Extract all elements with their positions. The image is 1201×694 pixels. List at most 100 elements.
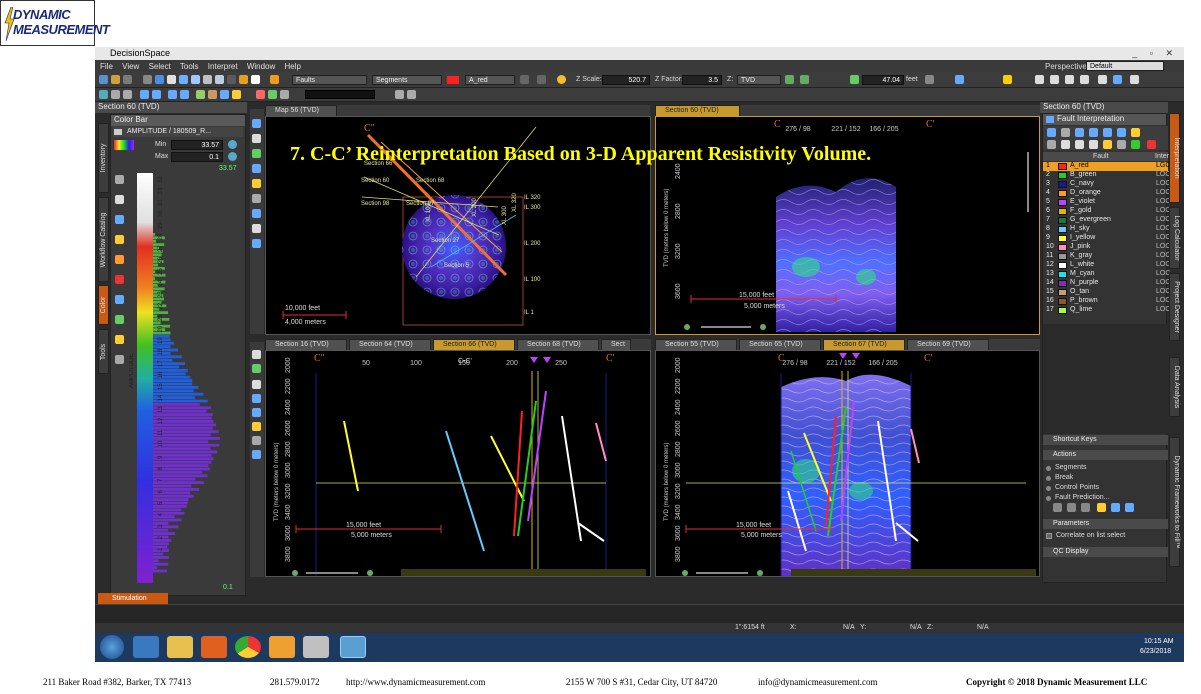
fault-row[interactable]: 4 D_orange LOC <box>1043 189 1170 198</box>
app-icon-2[interactable] <box>303 636 329 658</box>
fault-tool-icon[interactable] <box>270 75 279 84</box>
copy-icon[interactable] <box>1050 75 1059 84</box>
action-tool-4-icon[interactable] <box>1097 503 1106 512</box>
radio-icon[interactable] <box>1046 466 1051 471</box>
fault-color-swatch[interactable] <box>1058 280 1067 287</box>
color-field[interactable] <box>305 90 375 99</box>
colorbar-tool-6-icon[interactable] <box>115 275 124 284</box>
action-tool-2-icon[interactable] <box>1067 503 1076 512</box>
fault-color-swatch[interactable] <box>1058 262 1067 269</box>
tab-tools[interactable]: Tools <box>98 329 109 374</box>
menu-view[interactable]: View <box>122 62 139 71</box>
fault-tool-13-icon[interactable] <box>1117 140 1126 149</box>
fault-tool-11-icon[interactable] <box>1089 140 1098 149</box>
map-tool-1-icon[interactable] <box>252 119 261 128</box>
colorbar-tool-8-icon[interactable] <box>115 315 124 324</box>
new-icon[interactable] <box>99 75 108 84</box>
segments-select[interactable]: Segments <box>372 75 442 85</box>
fault-row[interactable]: 3 C_navy LOC <box>1043 180 1170 189</box>
view-tab[interactable]: Section 67 (TVD) <box>823 339 905 350</box>
start-button[interactable] <box>100 635 124 659</box>
view-tab[interactable]: Section 64 (TVD) <box>349 339 431 350</box>
fault-tool-3-icon[interactable] <box>1075 128 1084 137</box>
radio-icon[interactable] <box>1046 476 1051 481</box>
perspective-select[interactable]: Default <box>1086 61 1164 71</box>
tool-f-icon[interactable] <box>168 90 177 99</box>
view-tab[interactable]: Section 65 (TVD) <box>739 339 821 350</box>
fault-color-swatch[interactable] <box>1058 181 1067 188</box>
zfactor-input[interactable]: 3.5 <box>682 75 722 85</box>
tool-m-icon[interactable] <box>268 90 277 99</box>
faults-select[interactable]: Faults <box>292 75 367 85</box>
spin-icon[interactable] <box>925 75 934 84</box>
fault-row[interactable]: 7 G_evergreen LOC <box>1043 216 1170 225</box>
action-option[interactable]: Control Points <box>1046 484 1166 493</box>
reset-icon[interactable] <box>228 152 237 161</box>
fault-row[interactable]: 9 I_yellow LOC <box>1043 234 1170 243</box>
fault-row[interactable]: 8 H_sky LOC <box>1043 225 1170 234</box>
tool-a-icon[interactable] <box>99 90 108 99</box>
map-tool-5-icon[interactable] <box>252 179 261 188</box>
action-tool-1-icon[interactable] <box>1053 503 1062 512</box>
fault-color-swatch[interactable] <box>1058 172 1067 179</box>
section-tool-8-icon[interactable] <box>252 450 261 459</box>
view-tab[interactable]: Section 55 (TVD) <box>655 339 737 350</box>
max-input[interactable]: 0.1 <box>171 152 223 162</box>
key-icon[interactable] <box>1003 75 1012 84</box>
decisionspace-taskbar-icon[interactable] <box>340 636 366 658</box>
window-controls[interactable]: _ ▫ ✕ <box>1132 48 1178 59</box>
tool-g-icon[interactable] <box>180 90 189 99</box>
bookmark-icon[interactable] <box>955 75 964 84</box>
sync-icon[interactable] <box>1035 75 1044 84</box>
fault-row[interactable]: 12 L_white LOC <box>1043 261 1170 270</box>
save-icon[interactable] <box>123 75 132 84</box>
action-option[interactable]: Segments <box>1046 464 1166 473</box>
tool-c-icon[interactable] <box>123 90 132 99</box>
actions-header[interactable]: Actions <box>1043 450 1168 460</box>
export-icon[interactable] <box>1065 75 1074 84</box>
grid-icon[interactable] <box>167 75 176 84</box>
colorbar-tool-1-icon[interactable] <box>115 175 124 184</box>
section-tool-2-icon[interactable] <box>252 364 261 373</box>
tab-project-designer[interactable]: Project Designer <box>1169 273 1180 341</box>
pointer-icon[interactable] <box>251 75 260 84</box>
sun-icon[interactable] <box>557 75 566 84</box>
fault-color-swatch[interactable] <box>1058 298 1067 305</box>
fault-row[interactable]: 14 N_purple LOC <box>1043 279 1170 288</box>
tool-e-icon[interactable] <box>152 90 161 99</box>
step-input[interactable]: 47.04 <box>862 75 904 85</box>
split-icon[interactable] <box>203 75 212 84</box>
tool-o-icon[interactable] <box>395 90 404 99</box>
display-icon[interactable] <box>179 75 188 84</box>
action-tool-6-icon[interactable] <box>1125 503 1134 512</box>
help-icon[interactable] <box>1113 75 1122 84</box>
tool-i-icon[interactable] <box>208 90 217 99</box>
window-icon[interactable] <box>155 75 164 84</box>
tab-map-56[interactable]: Map 56 (TVD) <box>265 105 337 116</box>
section-tool-6-icon[interactable] <box>252 422 261 431</box>
tile-icon[interactable] <box>191 75 200 84</box>
fault-color-swatch[interactable] <box>1058 163 1067 170</box>
open-icon[interactable] <box>111 75 120 84</box>
redo-icon[interactable] <box>537 75 546 84</box>
fault-color-swatch[interactable] <box>1058 271 1067 278</box>
options-icon[interactable] <box>1130 75 1139 84</box>
map-tool-9-icon[interactable] <box>252 239 261 248</box>
tool-l-icon[interactable] <box>256 90 265 99</box>
fault-tool-10-icon[interactable] <box>1075 140 1084 149</box>
tab-interpretation[interactable]: Interpretation <box>1169 113 1180 203</box>
delete-fault-icon[interactable] <box>1147 140 1156 149</box>
min-input[interactable]: 33.57 <box>171 140 223 150</box>
radio-icon[interactable] <box>1046 496 1051 501</box>
fault-tool-1-icon[interactable] <box>1047 128 1056 137</box>
fault-color-swatch[interactable] <box>1058 208 1067 215</box>
menu-window[interactable]: Window <box>247 62 275 71</box>
fault-row[interactable]: 1 A_red LGC <box>1043 162 1170 171</box>
tool-p-icon[interactable] <box>407 90 416 99</box>
view-tab[interactable]: Sect <box>601 339 631 350</box>
tab-color[interactable]: Color <box>98 285 109 325</box>
print-icon[interactable] <box>1080 75 1089 84</box>
radio-icon[interactable] <box>1046 486 1051 491</box>
refresh-icon[interactable] <box>228 140 237 149</box>
view-tab[interactable]: Section 16 (TVD) <box>265 339 347 350</box>
